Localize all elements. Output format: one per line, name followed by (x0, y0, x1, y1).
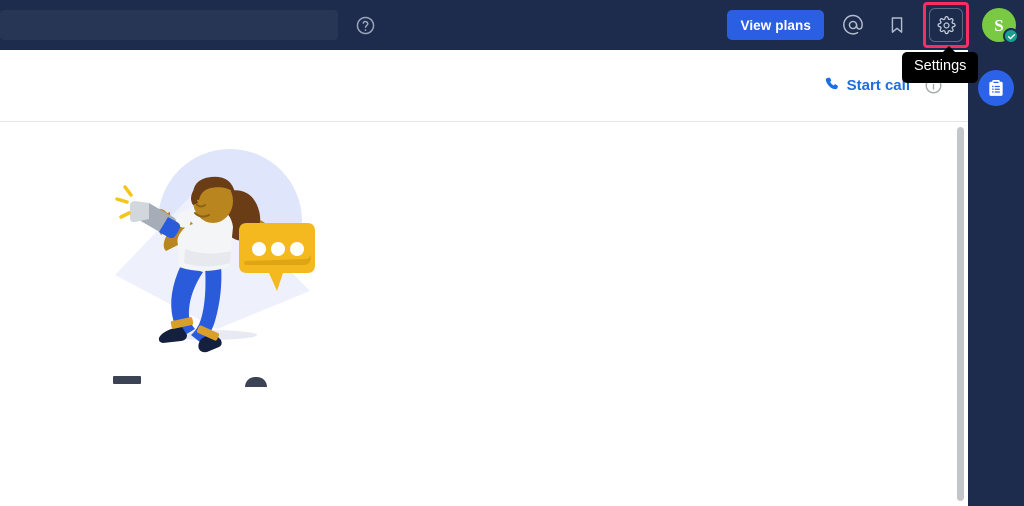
settings-tooltip: Settings (902, 46, 979, 83)
phone-icon (824, 76, 840, 96)
topbar-right-group: View plans S (727, 2, 1024, 48)
start-call-button[interactable]: Start call (824, 76, 910, 96)
tooltip-label: Settings (914, 58, 967, 74)
settings-icon-frame (929, 8, 963, 42)
avatar[interactable]: S (982, 8, 1019, 44)
conversation-empty-state-pane (0, 123, 968, 506)
right-sidebar (968, 50, 1024, 506)
person-with-megaphone-illustration (115, 149, 315, 353)
cut-off-heading-text (95, 368, 345, 387)
bookmark-icon[interactable] (882, 10, 912, 40)
top-navigation-bar: View plans S (0, 0, 1024, 50)
tooltip-arrow (942, 46, 956, 53)
vertical-scrollbar[interactable] (954, 123, 968, 506)
clipboard-button[interactable] (978, 70, 1014, 106)
check-badge-icon (1003, 28, 1019, 44)
gear-icon (937, 15, 956, 34)
topbar-left-group (0, 10, 376, 40)
help-circle-icon[interactable] (354, 14, 376, 36)
conversation-header: Start call (0, 50, 968, 122)
settings-button[interactable] (923, 2, 969, 48)
clipboard-icon (989, 80, 1003, 96)
cut-text-fragment-right (245, 377, 267, 387)
empty-state-block (0, 123, 440, 387)
at-mention-icon[interactable] (838, 10, 868, 40)
scrollbar-thumb[interactable] (957, 127, 964, 501)
view-plans-button[interactable]: View plans (727, 10, 824, 40)
search-input[interactable] (0, 10, 338, 40)
app-root: View plans S Start call Settings (0, 0, 1024, 506)
start-call-label: Start call (846, 77, 910, 94)
cut-text-fragment-left (113, 376, 141, 384)
